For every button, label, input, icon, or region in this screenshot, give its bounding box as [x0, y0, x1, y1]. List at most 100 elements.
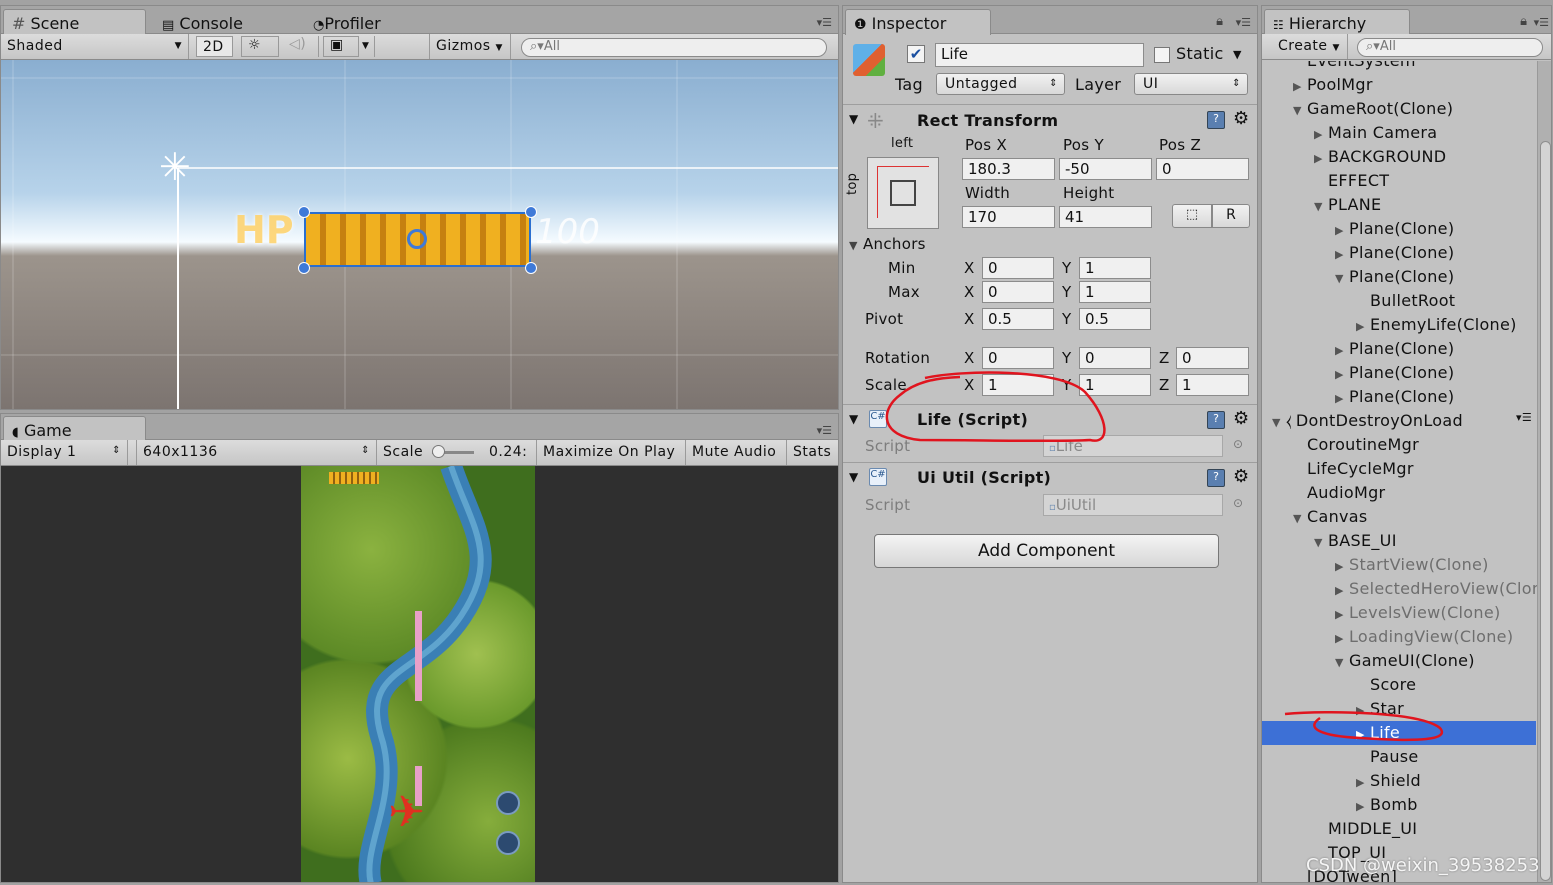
pivot-handle[interactable]: [407, 229, 427, 249]
hierarchy-item[interactable]: EventSystem: [1262, 61, 1536, 73]
object-picker-icon[interactable]: ⊙: [1233, 496, 1243, 510]
collapsed-arrow-icon[interactable]: ▶: [1314, 128, 1328, 141]
scale-y-field[interactable]: 1: [1079, 374, 1151, 396]
settings-gear-icon[interactable]: ⚙: [1233, 408, 1249, 429]
collapsed-arrow-icon[interactable]: ▶: [1335, 248, 1349, 261]
hierarchy-item[interactable]: ▶ Shield: [1262, 769, 1536, 793]
collapsed-arrow-icon[interactable]: ▶: [1356, 776, 1370, 789]
hierarchy-item[interactable]: ▼ ⧼ ▾☰ DontDestroyOnLoad: [1262, 409, 1536, 433]
audio-toggle[interactable]: ◁): [283, 36, 319, 57]
collapsed-arrow-icon[interactable]: ▶: [1356, 728, 1370, 741]
hierarchy-item[interactable]: ▶ Plane(Clone): [1262, 217, 1536, 241]
expanded-arrow-icon[interactable]: ▼: [1314, 200, 1328, 213]
help-icon[interactable]: ?: [1207, 111, 1225, 129]
scrollbar-thumb[interactable]: [1540, 141, 1551, 881]
hierarchy-item[interactable]: ▼ PLANE: [1262, 193, 1536, 217]
hierarchy-item[interactable]: ▶ BACKGROUND: [1262, 145, 1536, 169]
rect-handle-tl[interactable]: [298, 206, 310, 218]
pivot-x-field[interactable]: 0.5: [982, 308, 1054, 330]
hierarchy-item[interactable]: ▼ GameRoot(Clone): [1262, 97, 1536, 121]
effects-dropdown[interactable]: ▼: [359, 36, 375, 57]
camera-gizmo-icon[interactable]: ✳: [159, 148, 191, 186]
hierarchy-item[interactable]: Score: [1262, 673, 1536, 697]
layer-dropdown[interactable]: UI ⇕: [1134, 73, 1248, 95]
tab-game[interactable]: ◖ Game: [3, 416, 146, 442]
tab-profiler[interactable]: ◔Profiler: [304, 9, 392, 35]
hierarchy-item[interactable]: ▶ Plane(Clone): [1262, 337, 1536, 361]
scene-menu-icon[interactable]: ▾☰: [1516, 411, 1532, 424]
2d-toggle[interactable]: 2D: [196, 36, 233, 57]
add-component-button[interactable]: Add Component: [874, 534, 1219, 568]
rect-transform-foldout[interactable]: ▼: [849, 112, 859, 126]
hierarchy-item[interactable]: ▶ PoolMgr: [1262, 73, 1536, 97]
uiutil-script-foldout[interactable]: ▼: [849, 470, 859, 484]
anchors-foldout[interactable]: ▼ Anchors: [849, 235, 926, 253]
tab-hierarchy[interactable]: ☷ Hierarchy: [1264, 9, 1410, 35]
hierarchy-search-input[interactable]: ⌕▾All: [1357, 38, 1543, 57]
hierarchy-item[interactable]: ▶ LoadingView(Clone): [1262, 625, 1536, 649]
expanded-arrow-icon[interactable]: ▼: [1293, 512, 1307, 525]
hierarchy-item[interactable]: EFFECT: [1262, 169, 1536, 193]
scene-viewport[interactable]: ✳ HP 100: [1, 60, 838, 409]
lighting-toggle[interactable]: ☼: [241, 36, 279, 57]
hierarchy-item[interactable]: ▶ Plane(Clone): [1262, 385, 1536, 409]
min-x-field[interactable]: 0: [982, 257, 1054, 279]
hierarchy-item[interactable]: ▶ EnemyLife(Clone): [1262, 313, 1536, 337]
create-dropdown[interactable]: Create ▼: [1262, 34, 1348, 59]
life-script-foldout[interactable]: ▼: [849, 412, 859, 426]
raw-edit-button[interactable]: R: [1212, 204, 1250, 228]
collapsed-arrow-icon[interactable]: ▶: [1335, 224, 1349, 237]
expanded-arrow-icon[interactable]: ▼: [1335, 272, 1349, 285]
settings-gear-icon[interactable]: ⚙: [1233, 466, 1249, 487]
object-picker-icon[interactable]: ⊙: [1233, 437, 1243, 451]
blueprint-mode-button[interactable]: ⬚: [1172, 204, 1212, 228]
collapsed-arrow-icon[interactable]: ▶: [1335, 584, 1349, 597]
hierarchy-item[interactable]: ▼ BASE_UI: [1262, 529, 1536, 553]
tag-dropdown[interactable]: Untagged ⇕: [936, 73, 1065, 95]
hierarchy-item[interactable]: Pause: [1262, 745, 1536, 769]
static-checkbox[interactable]: [1154, 47, 1170, 63]
hierarchy-item[interactable]: ▶ Life: [1262, 721, 1536, 745]
width-field[interactable]: 170: [962, 206, 1055, 228]
expanded-arrow-icon[interactable]: ▼: [1293, 104, 1307, 117]
rect-handle-tr[interactable]: [525, 206, 537, 218]
gizmos-dropdown[interactable]: Gizmos ▼: [429, 34, 511, 59]
hierarchy-item[interactable]: ▼ GameUI(Clone): [1262, 649, 1536, 673]
hierarchy-item[interactable]: ▶ Plane(Clone): [1262, 241, 1536, 265]
max-y-field[interactable]: 1: [1079, 281, 1151, 303]
mute-audio-toggle[interactable]: Mute Audio: [686, 440, 787, 465]
object-name-field[interactable]: Life: [935, 43, 1144, 67]
hierarchy-scrollbar[interactable]: [1537, 61, 1551, 882]
rot-x-field[interactable]: 0: [982, 347, 1054, 369]
hierarchy-item[interactable]: ▶ SelectedHeroView(Clone): [1262, 577, 1551, 601]
help-icon[interactable]: ?: [1207, 411, 1225, 429]
anchor-preset-button[interactable]: [867, 157, 939, 229]
tab-inspector[interactable]: ❶ Inspector: [845, 9, 991, 35]
expanded-arrow-icon[interactable]: ▼: [1314, 536, 1328, 549]
collapsed-arrow-icon[interactable]: ▶: [1335, 368, 1349, 381]
hierarchy-item[interactable]: ▶ Bomb: [1262, 793, 1536, 817]
hierarchy-item[interactable]: ▶ Plane(Clone): [1262, 361, 1536, 385]
active-checkbox[interactable]: ✔: [907, 45, 925, 63]
panel-menu-icon[interactable]: ▾☰: [1534, 16, 1549, 29]
scale-z-field[interactable]: 1: [1176, 374, 1249, 396]
hierarchy-item[interactable]: ▶ Star: [1262, 697, 1536, 721]
rot-y-field[interactable]: 0: [1079, 347, 1151, 369]
tab-console[interactable]: ▤ Console: [153, 9, 254, 35]
hierarchy-item[interactable]: MIDDLE_UI: [1262, 817, 1536, 841]
panel-menu-icon[interactable]: ▾☰: [817, 424, 832, 437]
scale-slider-thumb[interactable]: [432, 445, 445, 458]
collapsed-arrow-icon[interactable]: ▶: [1335, 560, 1349, 573]
collapsed-arrow-icon[interactable]: ▶: [1335, 344, 1349, 357]
display-dropdown[interactable]: Display 1 ⇕: [1, 440, 128, 465]
hierarchy-item[interactable]: AudioMgr: [1262, 481, 1536, 505]
pivot-y-field[interactable]: 0.5: [1079, 308, 1151, 330]
rect-handle-br[interactable]: [525, 262, 537, 274]
rect-handle-bl[interactable]: [298, 262, 310, 274]
effects-toggle[interactable]: ▣: [323, 36, 359, 57]
scale-x-field[interactable]: 1: [982, 374, 1054, 396]
min-y-field[interactable]: 1: [1079, 257, 1151, 279]
panel-menu-icon[interactable]: ▾☰: [817, 16, 832, 29]
hierarchy-item[interactable]: ▶ StartView(Clone): [1262, 553, 1536, 577]
expanded-arrow-icon[interactable]: ▼: [1272, 416, 1286, 429]
